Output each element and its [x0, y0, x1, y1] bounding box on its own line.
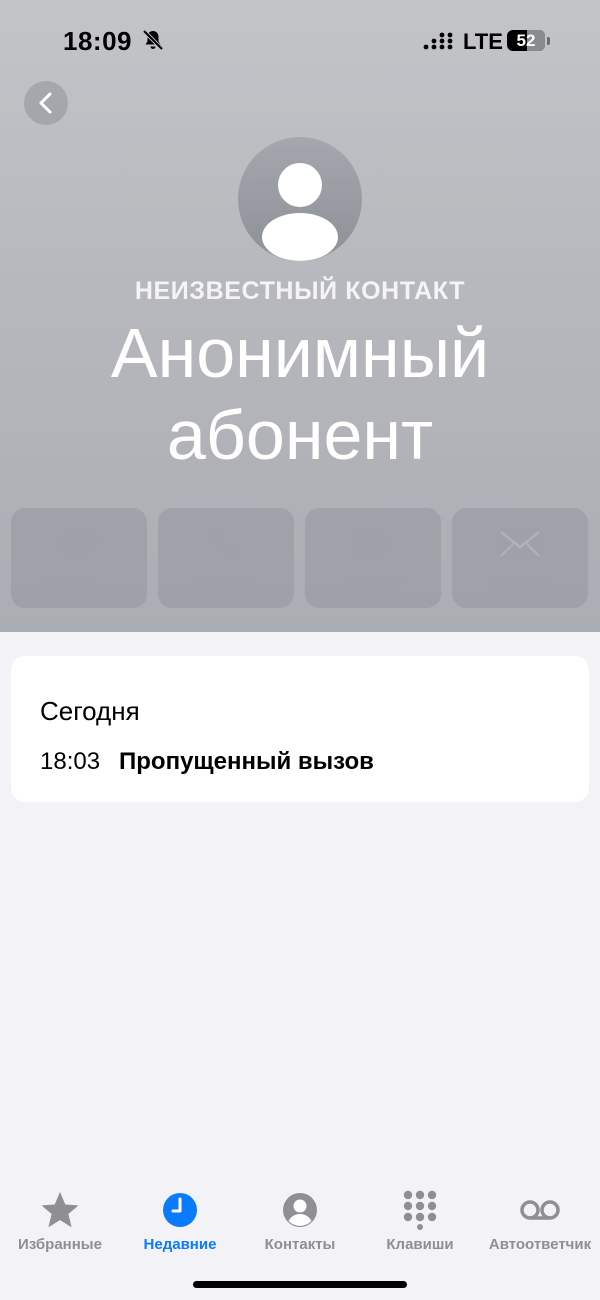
contact-caption: НЕИЗВЕСТНЫЙ КОНТАКТ: [134, 277, 466, 305]
video-camera-icon: [350, 524, 396, 562]
call-label: вызов: [196, 568, 256, 591]
avatar: [238, 137, 362, 261]
network-type: LTE: [463, 29, 503, 54]
tab-favorites[interactable]: Избранные: [0, 1180, 120, 1253]
recents-card: Сегодня 18:03 Пропущенный вызов: [11, 656, 589, 802]
status-bar: 18:09 LTE 52: [0, 0, 600, 80]
video-label: видео: [343, 568, 403, 591]
message-label: напис...: [41, 568, 117, 591]
tab-bar: Избранные Недавние Контакты Клавиши Авто…: [0, 1180, 600, 1260]
mail-button[interactable]: почта: [452, 508, 588, 608]
battery-icon: 52: [507, 30, 545, 51]
person-silhouette-icon: [262, 163, 338, 261]
message-bubble-icon: [56, 524, 102, 562]
recent-call-time: 18:03: [40, 748, 101, 775]
tab-recents-label: Недавние: [143, 1236, 217, 1253]
tab-recents[interactable]: Недавние: [120, 1180, 240, 1253]
star-icon: [41, 1192, 79, 1228]
tab-voicemail-label: Автоответчик: [488, 1236, 592, 1253]
contact-name: Анонимный абонент: [110, 314, 490, 474]
envelope-icon: [497, 524, 543, 562]
action-buttons: напис... вызов видео почта: [11, 508, 589, 608]
video-button[interactable]: видео: [305, 508, 441, 608]
tab-favorites-label: Избранные: [18, 1236, 102, 1253]
voicemail-icon: [520, 1200, 560, 1220]
contact-header: 18:09 LTE 52 НЕИЗВЕСТНЫЙ КОНТАКТ Анонимн…: [0, 0, 600, 632]
message-button[interactable]: напис...: [11, 508, 147, 608]
tab-keypad[interactable]: Клавиши: [360, 1180, 480, 1253]
back-button[interactable]: [24, 81, 68, 125]
clock-icon: [163, 1193, 197, 1227]
person-circle-icon: [283, 1193, 317, 1227]
tab-contacts[interactable]: Контакты: [240, 1180, 360, 1253]
call-button[interactable]: вызов: [158, 508, 294, 608]
home-indicator[interactable]: [193, 1281, 407, 1288]
tab-keypad-label: Клавиши: [386, 1236, 454, 1253]
chevron-left-icon: [39, 92, 52, 114]
cellular-signal-icon: [423, 32, 453, 50]
phone-icon: [203, 524, 249, 562]
tab-contacts-label: Контакты: [264, 1236, 336, 1253]
battery-cap: [547, 37, 550, 45]
contact-detail-screen: 18:09 LTE 52 НЕИЗВЕСТНЫЙ КОНТАКТ Анонимн…: [0, 0, 600, 1300]
battery-level: 52: [516, 31, 536, 50]
bell-slash-icon: [142, 29, 164, 51]
tab-voicemail[interactable]: Автоответчик: [480, 1180, 600, 1253]
mail-label: почта: [492, 568, 548, 591]
keypad-icon: [403, 1190, 437, 1230]
status-time: 18:09: [63, 26, 132, 56]
recent-call-status: Пропущенный вызов: [119, 748, 374, 775]
recents-day: Сегодня: [40, 696, 140, 726]
